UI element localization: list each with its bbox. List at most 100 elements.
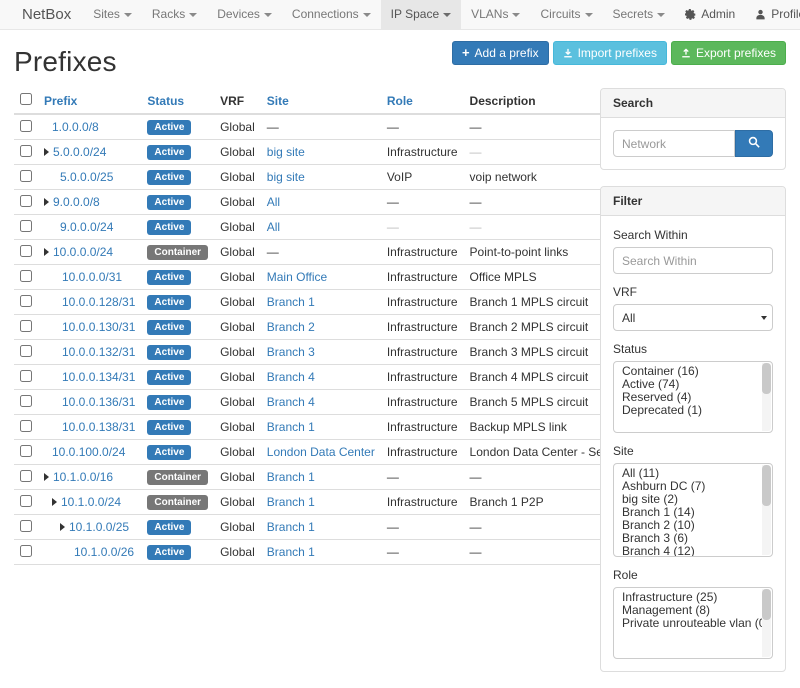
- column-header-prefix[interactable]: Prefix: [38, 88, 141, 114]
- listbox-option[interactable]: Management (8): [614, 604, 772, 617]
- listbox-option[interactable]: Reserved (4): [614, 391, 772, 404]
- search-within-input[interactable]: [613, 247, 773, 274]
- row-checkbox[interactable]: [20, 195, 32, 207]
- site-link[interactable]: Branch 4: [267, 395, 315, 409]
- role-cell: VoIP: [381, 165, 464, 190]
- prefix-link[interactable]: 10.0.100.0/24: [52, 445, 125, 459]
- column-header-site[interactable]: Site: [261, 88, 381, 114]
- site-link[interactable]: Branch 1: [267, 545, 315, 559]
- row-checkbox[interactable]: [20, 220, 32, 232]
- scrollbar[interactable]: [762, 363, 771, 431]
- listbox-option[interactable]: Ashburn DC (7): [614, 480, 772, 493]
- prefix-link[interactable]: 5.0.0.0/24: [53, 145, 106, 159]
- scrollbar-thumb[interactable]: [762, 589, 771, 620]
- site-link[interactable]: All: [267, 195, 280, 209]
- row-checkbox[interactable]: [20, 145, 32, 157]
- row-checkbox[interactable]: [20, 345, 32, 357]
- row-checkbox[interactable]: [20, 495, 32, 507]
- nav-item-admin[interactable]: Admin: [675, 0, 745, 29]
- listbox-option[interactable]: Branch 3 (6): [614, 532, 772, 545]
- nav-item-secrets[interactable]: Secrets: [603, 0, 676, 29]
- export-prefixes-button[interactable]: Export prefixes: [671, 41, 786, 65]
- row-checkbox[interactable]: [20, 520, 32, 532]
- site-link[interactable]: Branch 1: [267, 295, 315, 309]
- site-link[interactable]: Branch 2: [267, 320, 315, 334]
- listbox-option[interactable]: Infrastructure (25): [614, 591, 772, 604]
- vrf-select[interactable]: All: [613, 304, 773, 331]
- site-cell: All: [261, 215, 381, 240]
- site-link[interactable]: Branch 3: [267, 345, 315, 359]
- site-link[interactable]: Main Office: [267, 270, 327, 284]
- prefix-link[interactable]: 10.0.0.132/31: [62, 345, 135, 359]
- prefix-link[interactable]: 10.0.0.138/31: [62, 420, 135, 434]
- site-link[interactable]: Branch 1: [267, 495, 315, 509]
- prefix-link[interactable]: 10.1.0.0/25: [69, 520, 129, 534]
- site-link[interactable]: All: [267, 220, 280, 234]
- listbox-option[interactable]: Branch 2 (10): [614, 519, 772, 532]
- row-checkbox[interactable]: [20, 420, 32, 432]
- scrollbar-thumb[interactable]: [762, 363, 771, 394]
- site-link[interactable]: Branch 1: [267, 420, 315, 434]
- site-link[interactable]: Branch 1: [267, 520, 315, 534]
- prefix-link[interactable]: 10.0.0.130/31: [62, 320, 135, 334]
- nav-item-connections[interactable]: Connections: [282, 0, 381, 29]
- nav-item-racks[interactable]: Racks: [142, 0, 207, 29]
- column-header-role[interactable]: Role: [381, 88, 464, 114]
- prefix-link[interactable]: 10.1.0.0/16: [53, 470, 113, 484]
- row-checkbox[interactable]: [20, 120, 32, 132]
- scrollbar[interactable]: [762, 589, 771, 657]
- prefix-link[interactable]: 10.1.0.0/24: [61, 495, 121, 509]
- add-prefix-button[interactable]: + Add a prefix: [452, 41, 549, 65]
- row-checkbox[interactable]: [20, 170, 32, 182]
- nav-item-ip-space[interactable]: IP Space: [381, 0, 461, 29]
- nav-item-profile[interactable]: Profile: [745, 0, 800, 29]
- listbox-option[interactable]: Container (16): [614, 365, 772, 378]
- listbox-option[interactable]: Deprecated (1): [614, 404, 772, 417]
- prefix-link[interactable]: 9.0.0.0/8: [53, 195, 100, 209]
- row-checkbox[interactable]: [20, 270, 32, 282]
- row-checkbox[interactable]: [20, 545, 32, 557]
- nav-item-vlans[interactable]: VLANs: [461, 0, 530, 29]
- select-all-checkbox[interactable]: [20, 93, 32, 105]
- prefix-link[interactable]: 10.0.0.0/24: [53, 245, 113, 259]
- brand-logo[interactable]: NetBox: [10, 0, 83, 29]
- row-checkbox[interactable]: [20, 245, 32, 257]
- row-checkbox[interactable]: [20, 295, 32, 307]
- prefix-link[interactable]: 10.0.0.128/31: [62, 295, 135, 309]
- site-link[interactable]: big site: [267, 145, 305, 159]
- prefix-link[interactable]: 10.0.0.134/31: [62, 370, 135, 384]
- prefix-link[interactable]: 9.0.0.0/24: [60, 220, 113, 234]
- nav-item-circuits[interactable]: Circuits: [530, 0, 602, 29]
- site-link[interactable]: Branch 4: [267, 370, 315, 384]
- scrollbar-thumb[interactable]: [762, 465, 771, 506]
- import-prefixes-button[interactable]: Import prefixes: [553, 41, 667, 65]
- listbox-option[interactable]: All (11): [614, 467, 772, 480]
- listbox-option[interactable]: Active (74): [614, 378, 772, 391]
- row-checkbox[interactable]: [20, 395, 32, 407]
- listbox-option[interactable]: big site (2): [614, 493, 772, 506]
- site-link[interactable]: big site: [267, 170, 305, 184]
- prefix-link[interactable]: 10.0.0.0/31: [62, 270, 122, 284]
- row-checkbox[interactable]: [20, 320, 32, 332]
- prefix-link[interactable]: 5.0.0.0/25: [60, 170, 113, 184]
- prefix-link[interactable]: 1.0.0.0/8: [52, 120, 99, 134]
- prefix-link[interactable]: 10.0.0.136/31: [62, 395, 135, 409]
- scrollbar[interactable]: [762, 465, 771, 555]
- listbox-option[interactable]: Branch 1 (14): [614, 506, 772, 519]
- column-header-status[interactable]: Status: [141, 88, 214, 114]
- prefix-link[interactable]: 10.1.0.0/26: [74, 545, 134, 559]
- row-checkbox[interactable]: [20, 470, 32, 482]
- prefixes-table: Prefix Status VRF Site Role Description …: [14, 88, 677, 565]
- status-badge: Active: [147, 395, 191, 410]
- site-link[interactable]: London Data Center: [267, 445, 375, 459]
- search-button[interactable]: [735, 130, 773, 157]
- search-input[interactable]: [613, 130, 735, 157]
- listbox-option[interactable]: Branch 4 (12): [614, 545, 772, 557]
- site-link[interactable]: Branch 1: [267, 470, 315, 484]
- row-checkbox[interactable]: [20, 445, 32, 457]
- row-checkbox[interactable]: [20, 370, 32, 382]
- listbox-option[interactable]: Private unrouteable vlan (0): [614, 617, 772, 630]
- nav-item-devices[interactable]: Devices: [207, 0, 282, 29]
- nav-item-sites[interactable]: Sites: [83, 0, 142, 29]
- nav-item-profile-label: Profile: [771, 0, 800, 29]
